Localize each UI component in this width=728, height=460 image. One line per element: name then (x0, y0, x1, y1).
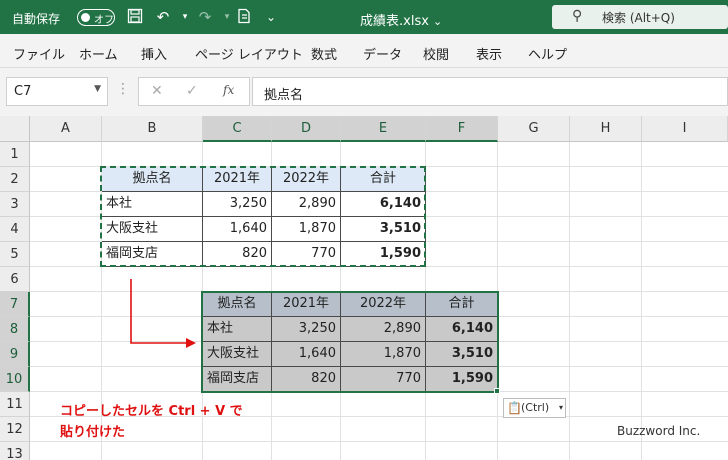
undo-dropdown-icon[interactable]: ▾ (176, 8, 194, 26)
select-all-corner[interactable] (0, 116, 30, 142)
tab-file[interactable]: ファイル (13, 44, 65, 63)
fill-handle[interactable] (494, 388, 500, 394)
chevron-down-icon: ▾ (558, 403, 563, 412)
cancel-icon[interactable]: ✕ (151, 83, 163, 99)
row-header-2[interactable]: 2 (0, 167, 30, 192)
arrow-icon (130, 279, 196, 348)
document-icon[interactable] (235, 8, 253, 26)
column-header-a[interactable]: A (30, 116, 102, 142)
row-header-5[interactable]: 5 (0, 242, 30, 267)
column-header-e[interactable]: E (341, 116, 426, 142)
tab-page-layout[interactable]: ページ レイアウト (195, 44, 303, 63)
paste-options-button[interactable]: 📋 (Ctrl) ▾ (503, 398, 566, 418)
tab-help[interactable]: ヘルプ (528, 44, 567, 63)
formula-controls: ✕ ✓ fx (138, 77, 250, 106)
search-box[interactable]: ⚲ 検索 (Alt+Q) (552, 5, 728, 29)
title-bar: 自動保存 オフ ↶ ▾ ↷ ▾ ⌄ 成績表.xlsx ⌄ ⚲ 検索 (Alt+Q… (0, 0, 728, 34)
insert-function-icon[interactable]: fx (223, 83, 234, 97)
tab-view[interactable]: 表示 (476, 44, 502, 63)
ribbon-tabs: ファイル ホーム 挿入 ページ レイアウト 数式 データ 校閲 表示 ヘルプ (0, 34, 728, 68)
annotation-line-2: 貼り付けた (60, 425, 126, 440)
more-icon: ⋮ (116, 81, 130, 97)
tab-home[interactable]: ホーム (79, 44, 118, 63)
enter-icon[interactable]: ✓ (186, 83, 198, 99)
row-header-8[interactable]: 8 (0, 317, 30, 342)
column-header-f[interactable]: F (426, 116, 498, 142)
selection-border (201, 291, 499, 393)
search-placeholder: 検索 (Alt+Q) (602, 11, 675, 25)
toggle-knob (81, 13, 90, 22)
name-box-value: C7 (14, 84, 32, 99)
column-header-h[interactable]: H (570, 116, 642, 142)
name-box-dropdown-icon[interactable]: ▼ (94, 84, 101, 94)
formula-value: 拠点名 (264, 88, 304, 103)
save-icon[interactable] (126, 8, 144, 26)
customize-toolbar-icon[interactable]: ⌄ (262, 8, 280, 26)
column-header-d[interactable]: D (272, 116, 341, 142)
credit-text: Buzzword Inc. (617, 424, 701, 438)
tab-review[interactable]: 校閲 (423, 44, 449, 63)
row-header-6[interactable]: 6 (0, 267, 30, 292)
tab-data[interactable]: データ (363, 44, 402, 63)
row-header-12[interactable]: 12 (0, 417, 30, 442)
gridline (641, 142, 642, 460)
undo-icon[interactable]: ↶ (154, 8, 172, 26)
redo-icon[interactable]: ↷ (196, 8, 214, 26)
column-header-i[interactable]: I (642, 116, 728, 142)
file-title: 成績表.xlsx (360, 14, 429, 29)
row-header-7[interactable]: 7 (0, 292, 30, 317)
row-header-13[interactable]: 13 (0, 442, 30, 460)
annotation-line-1: コピーしたセルを Ctrl + V で (60, 404, 243, 419)
toggle-label: オフ (94, 15, 114, 26)
gridline (569, 142, 570, 460)
autosave-toggle[interactable]: オフ (77, 9, 115, 26)
tab-insert[interactable]: 挿入 (141, 44, 167, 63)
gridline (30, 441, 728, 442)
row-header-9[interactable]: 9 (0, 342, 30, 367)
row-header-1[interactable]: 1 (0, 142, 30, 167)
title-chevron-down-icon[interactable]: ⌄ (433, 15, 442, 28)
formula-input[interactable]: 拠点名 (252, 77, 728, 106)
formula-bar: C7 ▼ ⋮ ✕ ✓ fx 拠点名 (0, 68, 728, 116)
copy-marquee (100, 166, 426, 267)
search-icon: ⚲ (572, 8, 583, 24)
paste-options-label: (Ctrl) (521, 401, 550, 414)
column-header-b[interactable]: B (102, 116, 203, 142)
window-title: 成績表.xlsx ⌄ (360, 10, 442, 29)
autosave-label: 自動保存 (12, 12, 61, 26)
redo-dropdown-icon[interactable]: ▾ (218, 8, 236, 26)
name-box[interactable]: C7 ▼ (6, 77, 108, 106)
row-header-4[interactable]: 4 (0, 217, 30, 242)
column-header-g[interactable]: G (498, 116, 570, 142)
row-header-10[interactable]: 10 (0, 367, 30, 392)
clipboard-icon: 📋 (507, 401, 522, 415)
tab-formulas[interactable]: 数式 (311, 44, 337, 63)
column-header-c[interactable]: C (203, 116, 272, 142)
row-header-11[interactable]: 11 (0, 392, 30, 417)
row-header-3[interactable]: 3 (0, 192, 30, 217)
